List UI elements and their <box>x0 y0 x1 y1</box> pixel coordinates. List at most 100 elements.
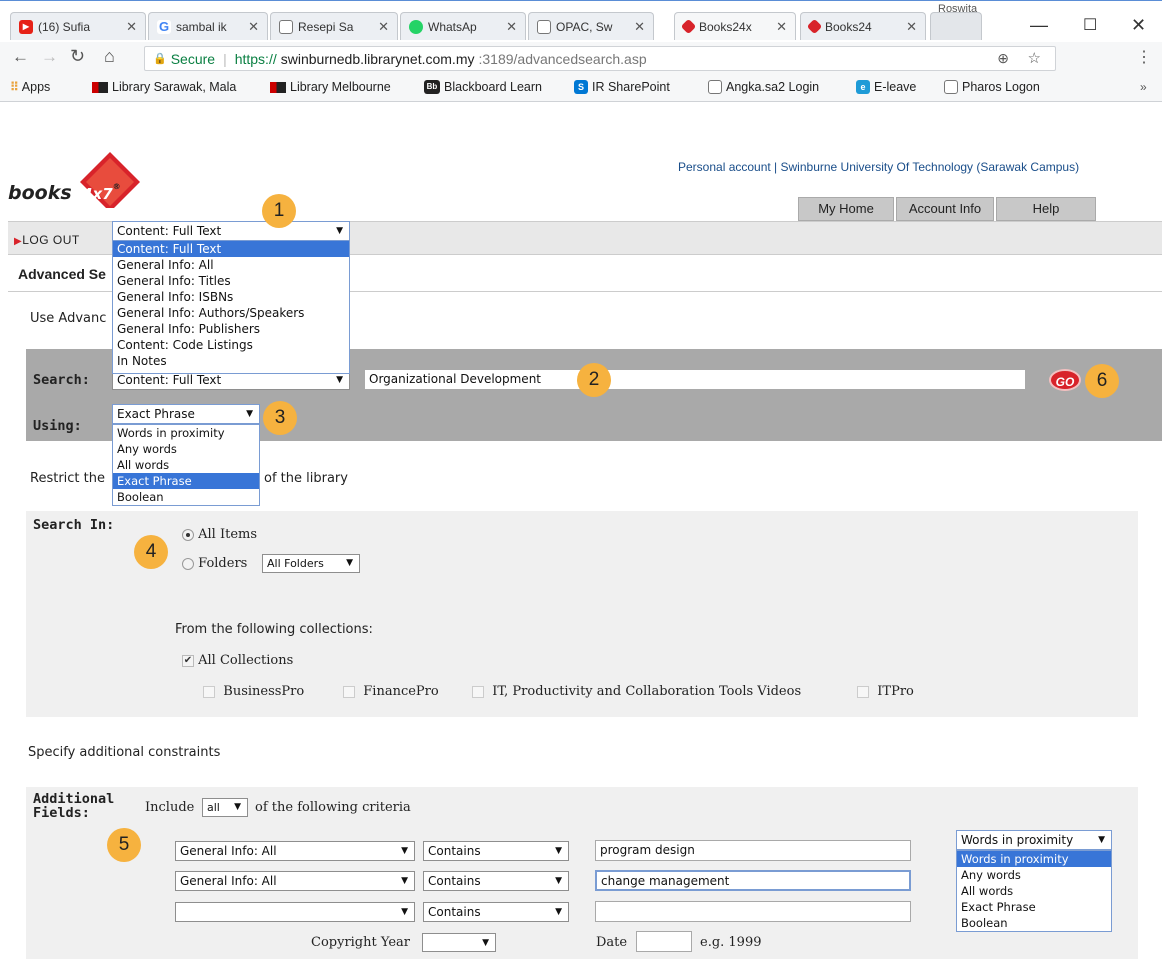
bookmark-apps[interactable]: ⠿ Apps <box>10 80 50 94</box>
tab-label: Books24x <box>699 19 752 34</box>
option-general-info-titles[interactable]: General Info: Titles <box>113 273 349 289</box>
browser-tab[interactable]: WhatsAp ✕ <box>400 12 526 40</box>
all-collections-option[interactable]: ✔ All Collections <box>182 653 293 668</box>
tab-label: sambal ik <box>176 19 227 34</box>
account-links[interactable]: Personal account | Swinburne University … <box>678 160 1079 174</box>
option-words-in-proximity[interactable]: Words in proximity <box>957 851 1111 867</box>
option-content-code-listings[interactable]: Content: Code Listings <box>113 337 349 353</box>
browser-tab[interactable]: Resepi Sa ✕ <box>270 12 398 40</box>
go-button[interactable]: GO <box>1049 369 1081 391</box>
tab-account-info[interactable]: Account Info <box>896 197 994 221</box>
browser-tab[interactable]: ▶ (16) Sufia ✕ <box>10 12 146 40</box>
close-window-icon[interactable]: ✕ <box>1131 15 1146 36</box>
forward-icon[interactable]: → <box>41 47 58 67</box>
option-exact-phrase[interactable]: Exact Phrase <box>957 899 1111 915</box>
option-general-info-all[interactable]: General Info: All <box>113 257 349 273</box>
option-any-words[interactable]: Any words <box>957 867 1111 883</box>
home-icon[interactable]: ⌂ <box>104 46 115 67</box>
criteria-value-input[interactable] <box>595 901 911 922</box>
include-select[interactable]: all ▼ <box>202 798 248 817</box>
close-tab-icon[interactable]: ✕ <box>126 19 137 35</box>
logout-link[interactable]: ▶LOG OUT <box>14 233 80 247</box>
close-tab-icon[interactable]: ✕ <box>248 19 259 35</box>
criteria-value-input[interactable]: program design <box>595 840 911 861</box>
option-exact-phrase[interactable]: Exact Phrase <box>113 473 259 489</box>
option-general-info-authors[interactable]: General Info: Authors/Speakers <box>113 305 349 321</box>
page-icon <box>279 19 293 34</box>
zoom-icon[interactable]: ⊕ <box>997 50 1009 67</box>
collection-itpro[interactable]: ITPro <box>857 684 914 699</box>
close-tab-icon[interactable]: ✕ <box>776 19 787 35</box>
browser-tab[interactable]: G sambal ik ✕ <box>148 12 268 40</box>
tab-my-home[interactable]: My Home <box>798 197 894 221</box>
collection-financepro[interactable]: FinancePro <box>343 684 439 699</box>
bookmarks-overflow-icon[interactable]: » <box>1140 80 1147 94</box>
option-general-info-isbns[interactable]: General Info: ISBNs <box>113 289 349 305</box>
option-any-words[interactable]: Any words <box>113 441 259 457</box>
select-value: All Folders <box>267 557 324 570</box>
star-icon[interactable]: ☆ <box>1028 49 1041 67</box>
new-tab-button[interactable] <box>930 12 982 40</box>
chevron-down-icon: ▼ <box>346 558 353 568</box>
criteria-field-select[interactable]: General Info: All ▼ <box>175 841 415 861</box>
bookmark-pharos[interactable]: Pharos Logon <box>944 80 1040 94</box>
close-tab-icon[interactable]: ✕ <box>506 19 517 35</box>
close-tab-icon[interactable]: ✕ <box>378 19 389 35</box>
browser-tab[interactable]: OPAC, Sw ✕ <box>528 12 654 40</box>
minimize-icon[interactable]: — <box>1030 15 1048 36</box>
menu-icon[interactable]: ⋮ <box>1136 47 1152 67</box>
option-boolean[interactable]: Boolean <box>113 489 259 505</box>
using-select[interactable]: Exact Phrase ▼ <box>112 404 260 424</box>
bookmark-blackboard[interactable]: Bb Blackboard Learn <box>424 80 542 94</box>
bookmark-eleave[interactable]: e E-leave <box>856 80 916 94</box>
browser-tab-active[interactable]: Books24x ✕ <box>674 12 796 40</box>
option-boolean[interactable]: Boolean <box>957 915 1111 931</box>
chevron-down-icon: ▼ <box>1098 835 1105 845</box>
reload-icon[interactable]: ↻ <box>70 46 85 67</box>
criteria-op-select[interactable]: Contains ▼ <box>423 902 569 922</box>
date-label: Date <box>596 935 628 950</box>
all-items-option[interactable]: All Items <box>182 527 257 542</box>
browser-tab[interactable]: Books24 ✕ <box>800 12 926 40</box>
close-tab-icon[interactable]: ✕ <box>634 19 645 35</box>
date-input[interactable] <box>636 931 692 952</box>
folders-option[interactable]: Folders <box>182 556 247 571</box>
sharepoint-icon: S <box>574 80 588 94</box>
option-all-words[interactable]: All words <box>113 457 259 473</box>
using-label: Using: <box>33 418 82 434</box>
search-query-input[interactable]: Organizational Development <box>364 369 1026 390</box>
select-value: Words in proximity <box>961 833 1074 847</box>
option-all-words[interactable]: All words <box>957 883 1111 899</box>
books24x7-logo[interactable]: books24x7® <box>8 152 140 208</box>
secure-label: Secure <box>170 50 216 67</box>
criteria-op-select[interactable]: Contains ▼ <box>423 841 569 861</box>
option-in-notes[interactable]: In Notes <box>113 353 349 369</box>
restrict-text-start: Restrict the <box>30 471 105 486</box>
criteria-mode-select[interactable]: Words in proximity ▼ <box>956 830 1112 850</box>
copyright-year-select[interactable]: ▼ <box>422 933 496 952</box>
close-tab-icon[interactable]: ✕ <box>906 19 917 35</box>
additional-label-line1: Additional <box>33 791 115 807</box>
option-general-info-publishers[interactable]: General Info: Publishers <box>113 321 349 337</box>
option-content-full-text[interactable]: Content: Full Text <box>113 241 349 257</box>
folders-select[interactable]: All Folders ▼ <box>262 554 360 573</box>
bookmark-sharepoint[interactable]: S IR SharePoint <box>574 80 670 94</box>
criteria-value-input[interactable]: change management <box>595 870 911 891</box>
back-icon[interactable]: ← <box>12 47 29 67</box>
maximize-icon[interactable]: ☐ <box>1083 15 1097 35</box>
bookmark-library-melbourne[interactable]: Library Melbourne <box>270 80 391 94</box>
address-bar[interactable]: 🔒 Secure | https://swinburnedb.libraryne… <box>144 46 1056 71</box>
criteria-field-select[interactable]: ▼ <box>175 902 415 922</box>
additional-label-line2: Fields: <box>33 805 90 821</box>
bookmark-label: Blackboard Learn <box>444 80 542 94</box>
option-words-in-proximity[interactable]: Words in proximity <box>113 425 259 441</box>
bookmark-library-sarawak[interactable]: Library Sarawak, Mala <box>92 80 236 94</box>
callout-badge-4: 4 <box>134 535 168 569</box>
criteria-field-select[interactable]: General Info: All ▼ <box>175 871 415 891</box>
bookmark-angka[interactable]: Angka.sa2 Login <box>708 80 819 94</box>
criteria-op-select[interactable]: Contains ▼ <box>423 871 569 891</box>
collection-it-videos[interactable]: IT, Productivity and Collaboration Tools… <box>472 684 801 699</box>
search-field-select[interactable]: Content: Full Text ▼ <box>112 221 350 241</box>
tab-help[interactable]: Help <box>996 197 1096 221</box>
collection-businesspro[interactable]: BusinessPro <box>203 684 304 699</box>
